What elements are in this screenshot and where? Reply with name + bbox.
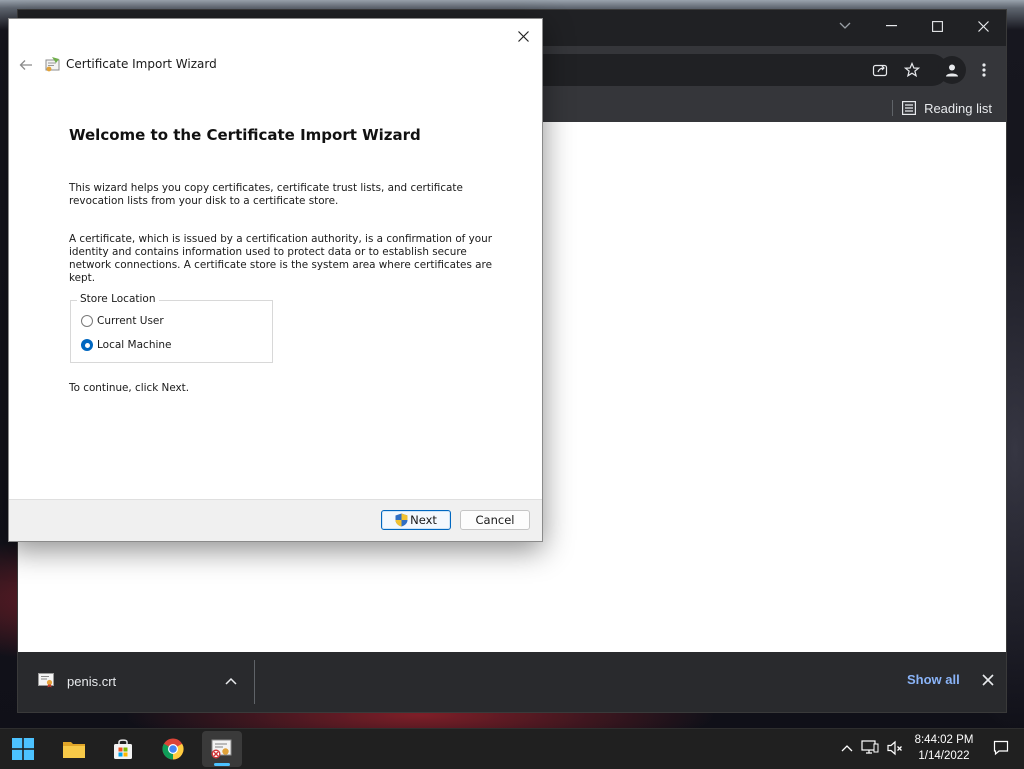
certificate-import-wizard-dialog: Certificate Import Wizard Welcome to the…	[8, 18, 543, 542]
minimize-button[interactable]	[868, 10, 914, 42]
taskbar-microsoft-store[interactable]	[103, 731, 143, 767]
certificate-file-icon	[38, 673, 54, 688]
back-arrow-icon[interactable]	[15, 55, 37, 75]
download-item[interactable]: penis.crt	[18, 660, 254, 704]
divider	[892, 100, 894, 116]
radio-label: Current User	[97, 315, 164, 327]
notification-icon[interactable]	[992, 739, 1010, 757]
radio-local-machine[interactable]: Local Machine	[81, 339, 172, 351]
start-button[interactable]	[3, 731, 43, 767]
reading-list-icon	[902, 101, 917, 115]
file-explorer-icon	[63, 742, 85, 758]
start-icon	[12, 738, 34, 760]
maximize-button[interactable]	[914, 10, 960, 42]
radio-button-checked[interactable]	[81, 339, 93, 351]
clock-date: 1/14/2022	[918, 750, 970, 762]
chevron-up-icon[interactable]	[221, 671, 241, 691]
dialog-footer: Next Cancel	[9, 499, 542, 541]
close-window-button[interactable]	[960, 10, 1006, 42]
volume-muted-icon[interactable]	[886, 739, 904, 757]
network-icon[interactable]	[861, 739, 879, 757]
close-dialog-button[interactable]	[510, 23, 536, 49]
profile-avatar-icon[interactable]	[938, 56, 966, 84]
bookmark-star-icon[interactable]	[898, 56, 926, 84]
radio-label: Local Machine	[97, 339, 172, 351]
uac-shield-icon	[395, 513, 408, 527]
certificate-app-icon	[211, 739, 232, 759]
taskbar: 8:44:02 PM 1/14/2022	[0, 728, 1024, 769]
next-button[interactable]: Next	[381, 510, 451, 530]
cancel-button[interactable]: Cancel	[460, 510, 530, 530]
cancel-button-label: Cancel	[475, 513, 515, 527]
chevron-up-icon[interactable]	[838, 739, 856, 757]
dialog-title: Certificate Import Wizard	[66, 57, 217, 71]
tab-search-icon[interactable]	[822, 10, 868, 42]
share-icon[interactable]	[866, 56, 894, 84]
next-button-label: Next	[410, 513, 437, 527]
radio-button-unchecked[interactable]	[81, 315, 93, 327]
clock-time: 8:44:02 PM	[914, 734, 974, 746]
certificate-wizard-icon	[45, 57, 60, 72]
continue-instruction: To continue, click Next.	[69, 382, 190, 394]
taskbar-file-explorer[interactable]	[54, 731, 94, 767]
certificate-description-paragraph: A certificate, which is issued by a cert…	[69, 233, 492, 284]
radio-current-user[interactable]: Current User	[81, 315, 164, 327]
taskbar-certificate-app[interactable]	[202, 731, 242, 767]
show-all-link[interactable]: Show all	[907, 672, 960, 687]
store-location-label: Store Location	[77, 293, 159, 305]
system-clock[interactable]: 8:44:02 PM 1/14/2022	[905, 732, 983, 764]
download-filename: penis.crt	[67, 674, 117, 689]
intro-paragraph: This wizard helps you copy certificates,…	[69, 182, 463, 207]
download-shelf: penis.crt Show all	[18, 652, 1006, 712]
chrome-icon	[162, 738, 184, 760]
page-title: Welcome to the Certificate Import Wizard	[69, 126, 421, 144]
store-location-group: Store Location Current User Local Machin…	[70, 293, 273, 363]
reading-list-label: Reading list	[924, 100, 992, 116]
taskbar-chrome[interactable]	[153, 731, 193, 767]
divider	[254, 660, 255, 704]
close-download-shelf-icon[interactable]	[976, 668, 1000, 692]
microsoft-store-icon	[114, 739, 132, 759]
reading-list-button[interactable]: Reading list	[892, 96, 992, 120]
menu-kebab-icon[interactable]	[970, 56, 998, 84]
